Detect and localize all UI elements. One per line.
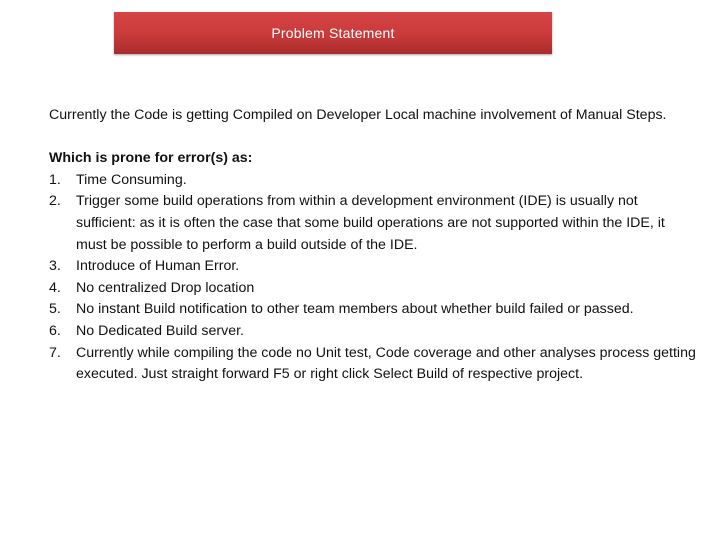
list-item-number: 6. [49,322,61,339]
list-item: 7. Currently while compiling the code no … [49,343,699,386]
issues-list: 1. Time Consuming. 2. Trigger some build o… [49,170,699,386]
slide-body: Currently the Code is getting Compiled o… [49,105,699,386]
list-item-number: 2. [49,193,61,210]
slide-title: Problem Statement [271,25,395,41]
list-item-text: Time Consuming. [76,171,187,188]
list-item: 3. Introduce of Human Error. [49,256,699,278]
list-item-text: No centralized Drop location [76,279,255,296]
intro-paragraph: Currently the Code is getting Compiled o… [49,107,667,123]
list-item: 5. No instant Build notification to other… [49,299,699,321]
list-item: 6. No Dedicated Build server. [49,321,699,343]
list-item-text: No instant Build notification to other t… [76,301,634,318]
list-item-number: 5. [49,301,61,318]
list-item: 1. Time Consuming. [49,170,699,192]
list-item-text: Trigger some build operations from withi… [76,193,665,253]
list-item-text: No Dedicated Build server. [76,322,244,339]
list-item-number: 4. [49,279,61,296]
list-item: 2. Trigger some build operations from wit… [49,191,699,256]
list-item-text: Introduce of Human Error. [76,258,240,275]
list-item-number: 3. [49,258,61,275]
list-item-number: 7. [49,344,61,361]
list-heading: Which is prone for error(s) as: [49,150,253,167]
list-item: 4. No centralized Drop location [49,278,699,300]
title-banner: Problem Statement [114,12,552,54]
list-item-number: 1. [49,171,61,188]
list-item-text: Currently while compiling the code no Un… [76,344,696,383]
